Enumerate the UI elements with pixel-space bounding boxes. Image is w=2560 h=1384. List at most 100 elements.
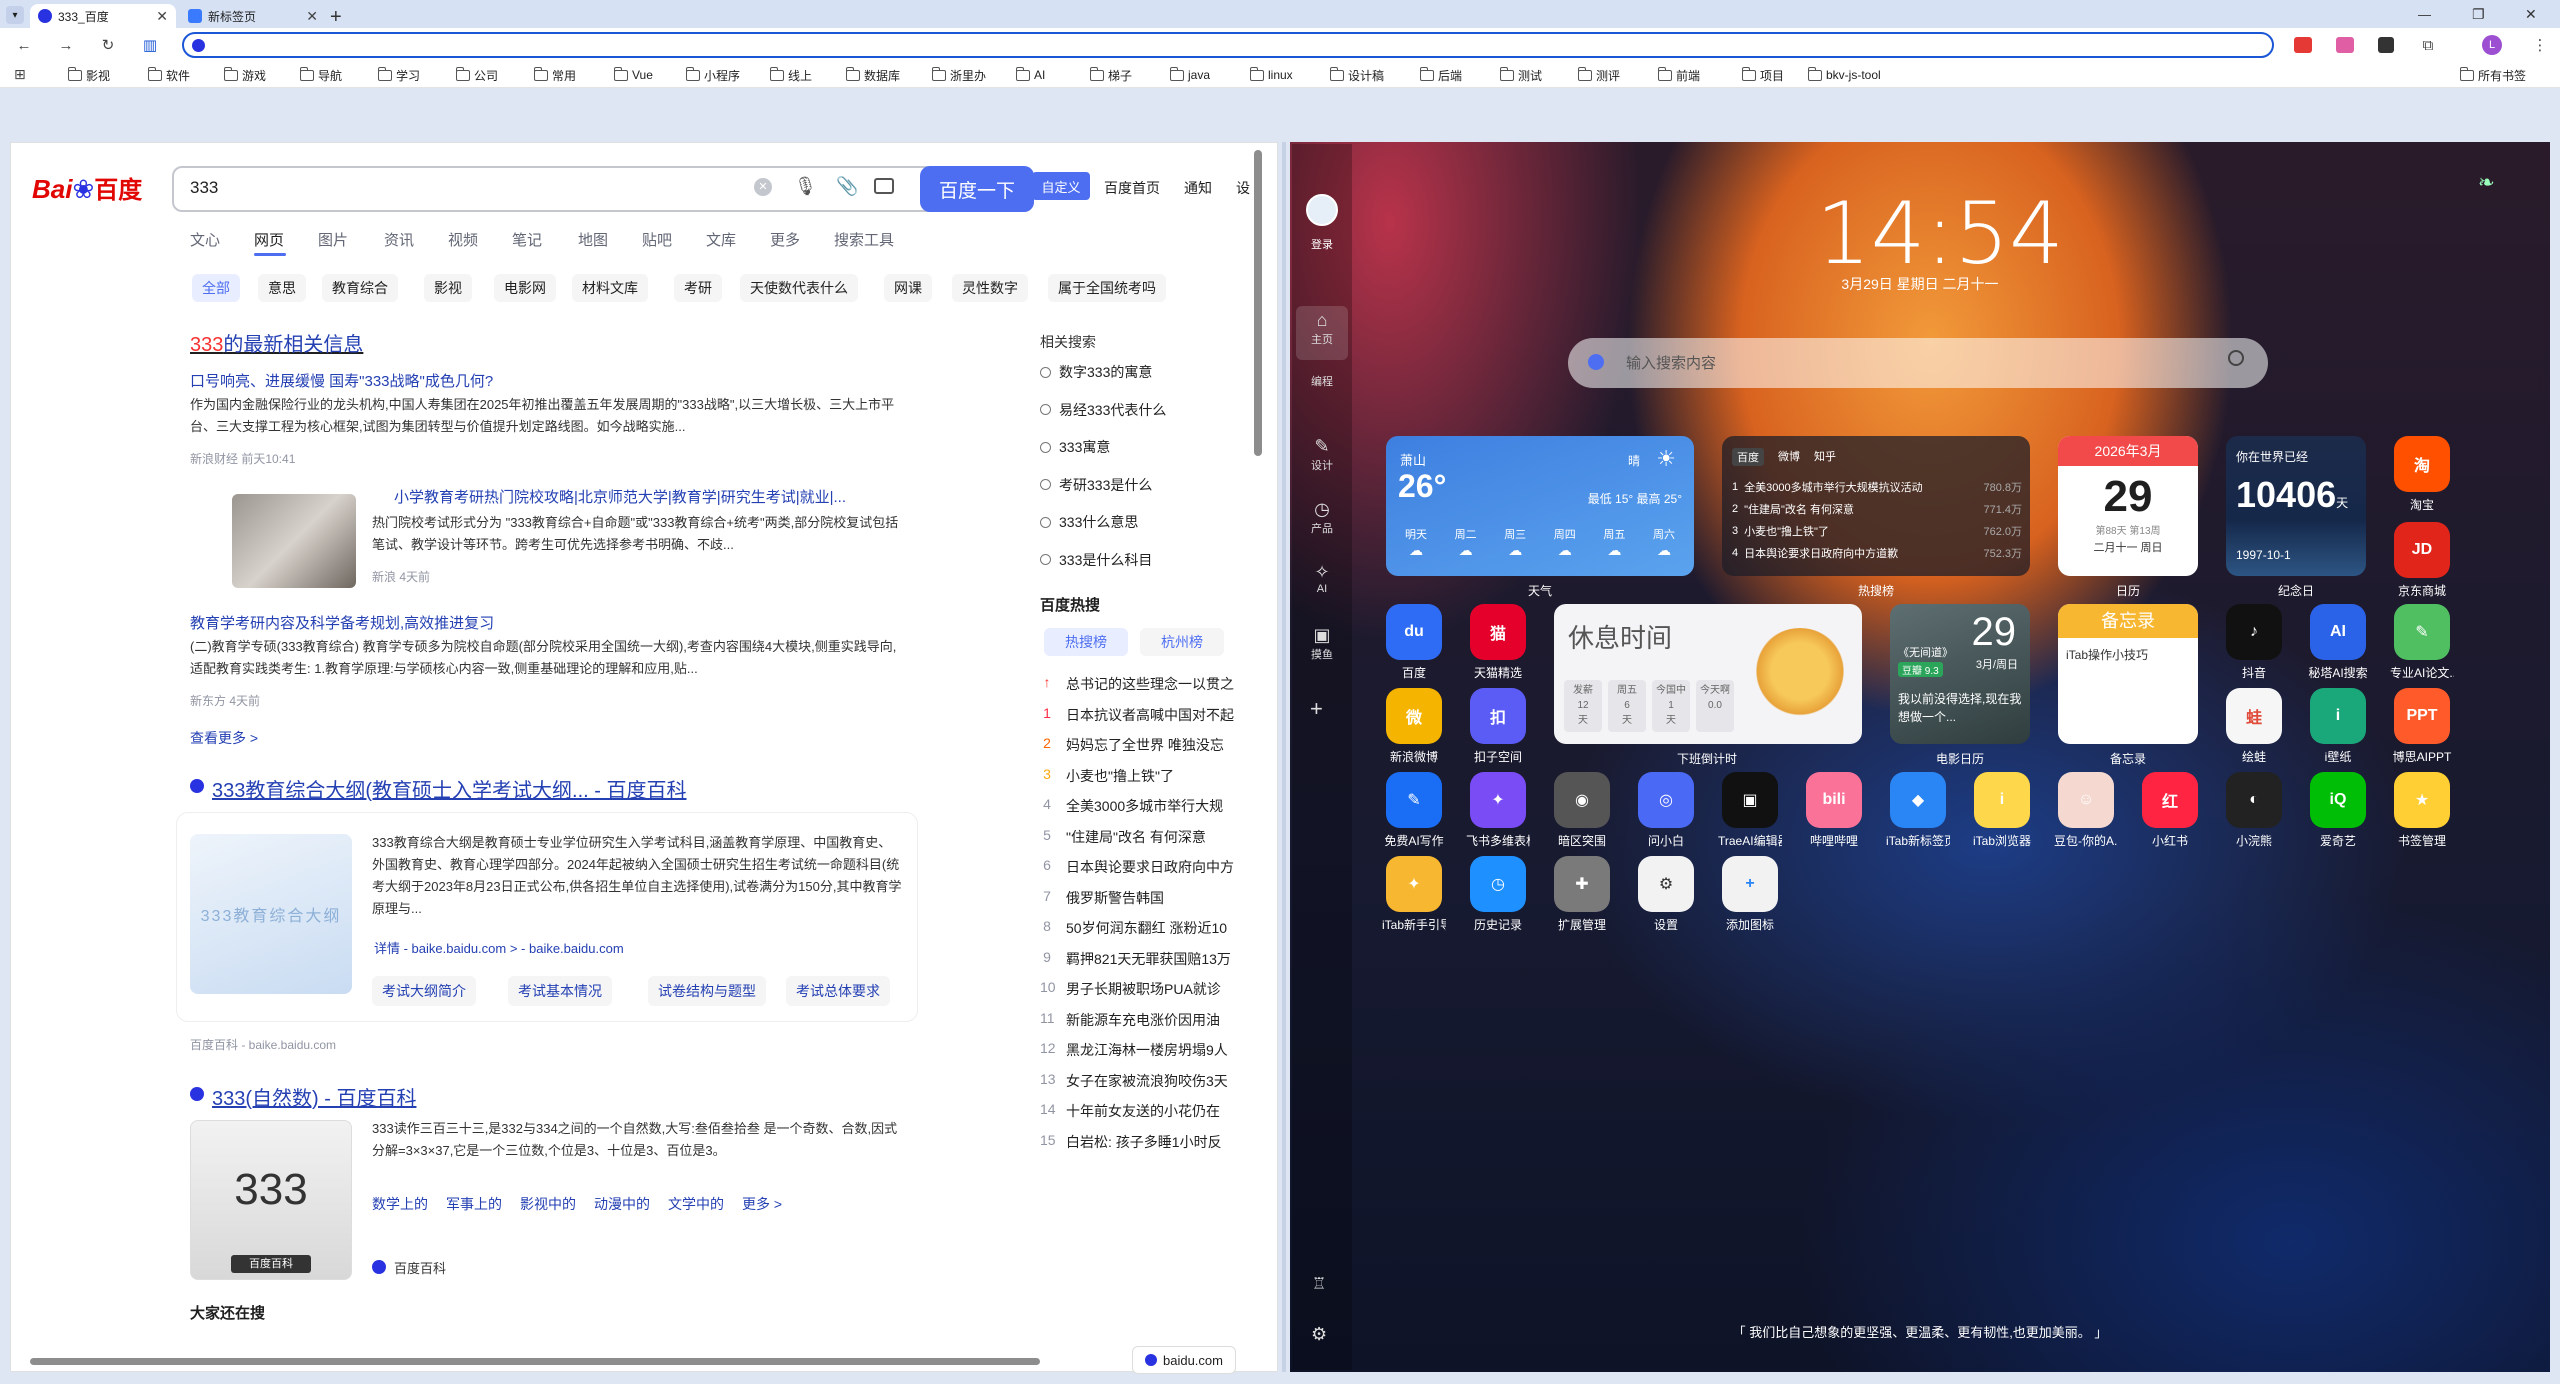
result-2-subbutton[interactable]: 试卷结构与题型 [648,976,766,1006]
app-icon[interactable]: ✎ 专业AI论文... [2390,604,2454,681]
restore-button[interactable]: ❐ [2472,6,2485,23]
hotlist-tab[interactable]: 知乎 [1814,448,1836,466]
memo-widget[interactable]: 备忘录 iTab操作小技巧 [2058,604,2198,744]
bookmark-8[interactable]: 小程序 [685,66,740,84]
hot-item[interactable]: 9 羁押821天无罪获国赔13万 [1040,949,1250,969]
app-icon[interactable]: 微新浪微博 [1382,688,1446,765]
tab-baidu[interactable]: 333_百度 ✕ [30,4,176,28]
image-search-icon[interactable] [874,178,894,194]
filter-chip[interactable]: 材料文库 [572,274,648,302]
forward-icon[interactable]: → [56,35,76,55]
search-box[interactable] [172,166,1034,212]
bookmark-21[interactable]: 项目 [1741,66,1784,84]
movie-calendar-widget[interactable]: 29 3月/周日 《无间道》 豆瓣 9.3 我以前没得选择,现在我想做一个... [1890,604,2030,744]
close-window-button[interactable]: ✕ [2525,6,2537,23]
result-3-sublink[interactable]: 影视中的 [520,1194,576,1214]
hotlist-item[interactable]: 4 日本舆论要求日政府向中方道歉 752.3万 [1732,542,2022,564]
bookmark-4[interactable]: 学习 [377,66,420,84]
hot-item[interactable]: 5 "住建局"改名 有何深意 [1040,827,1250,847]
related-item[interactable]: 考研333是什么 [1040,475,1152,495]
sidebar-toggle-icon[interactable]: ▥ [140,35,160,55]
nav-tab-4[interactable]: 视频 [448,229,478,250]
result-3-sublink[interactable]: 数学上的 [372,1194,428,1214]
nav-tab-5[interactable]: 笔记 [512,229,542,250]
bookmark-9[interactable]: 线上 [769,66,812,84]
nav-tab-2[interactable]: 图片 [318,229,348,250]
result-3-source[interactable]: 百度百科 [394,1258,446,1277]
hot-item[interactable]: 2 妈妈忘了全世界 唯独没忘 [1040,735,1250,755]
result-2-subbutton[interactable]: 考试大纲简介 [372,976,476,1006]
related-item[interactable]: 易经333代表什么 [1040,400,1166,420]
reload-icon[interactable]: ↻ [98,35,118,55]
bookmark-11[interactable]: 浙里办 [931,66,986,84]
bookmark-17[interactable]: 后端 [1419,66,1462,84]
hot-item[interactable]: 15 白岩松: 孩子多睡1小时反 [1040,1132,1250,1152]
bookmark-12[interactable]: AI [1015,66,1045,84]
app-icon[interactable]: ✎ 免费AI写作 [1382,772,1446,849]
app-icon[interactable]: 蛙绘蛙 [2222,688,2286,765]
vertical-scrollbar[interactable] [1254,150,1262,456]
itab-search-input[interactable]: 输入搜索内容 [1626,352,1716,373]
result-3-thumbnail[interactable]: 333 百度百科 [190,1120,352,1280]
bookmark-5[interactable]: 公司 [455,66,498,84]
app-icon[interactable]: ☺ 豆包-你的A... [2054,772,2118,849]
bookmark-22[interactable]: bkv-js-tool [1807,66,1881,84]
menu-icon[interactable]: ⋮ [2530,35,2550,55]
gear-icon[interactable]: ⚙ [1311,1324,1327,1345]
apps-grid-icon[interactable]: ⊞ [14,66,26,83]
hotlist-item[interactable]: 3 小麦也"撸上铁"了 762.0万 [1732,520,2022,542]
news-2-thumbnail[interactable] [232,494,356,588]
hotlist-item[interactable]: 1 全美3000多城市举行大规模抗议活动 780.8万 [1732,476,2022,498]
news-3-title[interactable]: 教育学考研内容及科学备考规划,高效推进复习 [190,612,494,633]
hotlist-tab[interactable]: 百度 [1732,448,1764,466]
hotlist-item[interactable]: 2 "住建局"改名 有何深意 771.4万 [1732,498,2022,520]
app-icon[interactable]: ✦ iTab新手引导 [1382,856,1446,933]
bookmark-15[interactable]: linux [1249,66,1293,84]
app-icon[interactable]: bili 哔哩哔哩 [1802,772,1866,849]
hot-item[interactable]: 12 黑龙江海林一楼房坍塌9人 [1040,1040,1250,1060]
hot-item[interactable]: 11 新能源车充电涨价因用油 [1040,1010,1250,1030]
related-item[interactable]: 333是什么科目 [1040,550,1152,570]
nav-tab-9[interactable]: 更多 [770,229,800,250]
app-icon[interactable]: ◐ 小浣熊 [2222,772,2286,849]
hot-item[interactable]: 8 50岁何润东翻红 涨粉近10 [1040,918,1250,938]
app-icon[interactable]: 淘淘宝 [2390,436,2454,513]
bookmark-16[interactable]: 设计稿 [1329,66,1384,84]
news-2-title[interactable]: 小学教育考研热门院校攻略|北京师范大学|教育学|研究生考试|就业|... [394,486,894,507]
app-icon[interactable]: du 百度 [1382,604,1446,681]
result-2-title[interactable]: 333教育综合大纲(教育硕士入学考试大纲... - 百度百科 [212,774,686,803]
baidu-logo[interactable]: Bai❀百度 [32,170,142,205]
anniversary-widget[interactable]: 你在世界已经 10406天 1997-10-1 [2226,436,2366,576]
result-3-sublink[interactable]: 动漫中的 [594,1194,650,1214]
robot-icon[interactable]: ♖ [1312,1274,1326,1294]
leaf-icon[interactable]: ❧ [2478,170,2495,195]
search-input[interactable]: 333 [190,178,218,198]
minimize-button[interactable]: — [2418,7,2431,22]
filter-chip[interactable]: 电影网 [494,274,556,302]
login-label[interactable]: 登录 [1302,236,1342,252]
side-nav-item[interactable]: ▣ 摸鱼 [1302,625,1342,662]
clear-icon[interactable]: ✕ [754,178,772,196]
news-heading[interactable]: 333的最新相关信息 [190,328,363,357]
nav-tab-3[interactable]: 资讯 [384,229,414,250]
hot-item[interactable]: ↑ 总书记的这些理念一以贯之 [1040,674,1250,694]
calendar-widget[interactable]: 2026年3月 29 第88天 第13周 二月十一 周日 [2058,436,2198,576]
ext-icon-3[interactable] [2378,37,2394,53]
hotlist-widget[interactable]: 百度 微博 知乎 1 全美3000多城市举行大规模抗议活动 780.8万 2 "住建局"改名… [1722,436,2030,576]
bookmark-20[interactable]: 前端 [1657,66,1700,84]
app-icon[interactable]: ◆ iTab新标签页 [1886,772,1950,849]
result-3-sublink[interactable]: 更多 > [742,1194,782,1214]
app-icon[interactable]: i iTab浏览器 [1970,772,2034,849]
nav-tab-0[interactable]: 文心 [190,229,220,250]
app-icon[interactable]: JD 京东商城 [2390,522,2454,599]
related-item[interactable]: 数字333的寓意 [1040,362,1152,382]
pane-divider[interactable] [1282,142,1286,1372]
hot-item[interactable]: 3 小麦也"撸上铁"了 [1040,766,1250,786]
hot-tab-0[interactable]: 热搜榜 [1044,628,1128,656]
bookmark-1[interactable]: 软件 [147,66,190,84]
result-2-links[interactable]: 详情 - baike.baidu.com > - baike.baidu.com [374,938,624,957]
settings-link[interactable]: 设 [1236,178,1250,198]
filter-chip[interactable]: 意思 [258,274,306,302]
hot-title[interactable]: 百度热搜 [1040,594,1100,615]
add-group-icon[interactable]: + [1310,696,1323,722]
